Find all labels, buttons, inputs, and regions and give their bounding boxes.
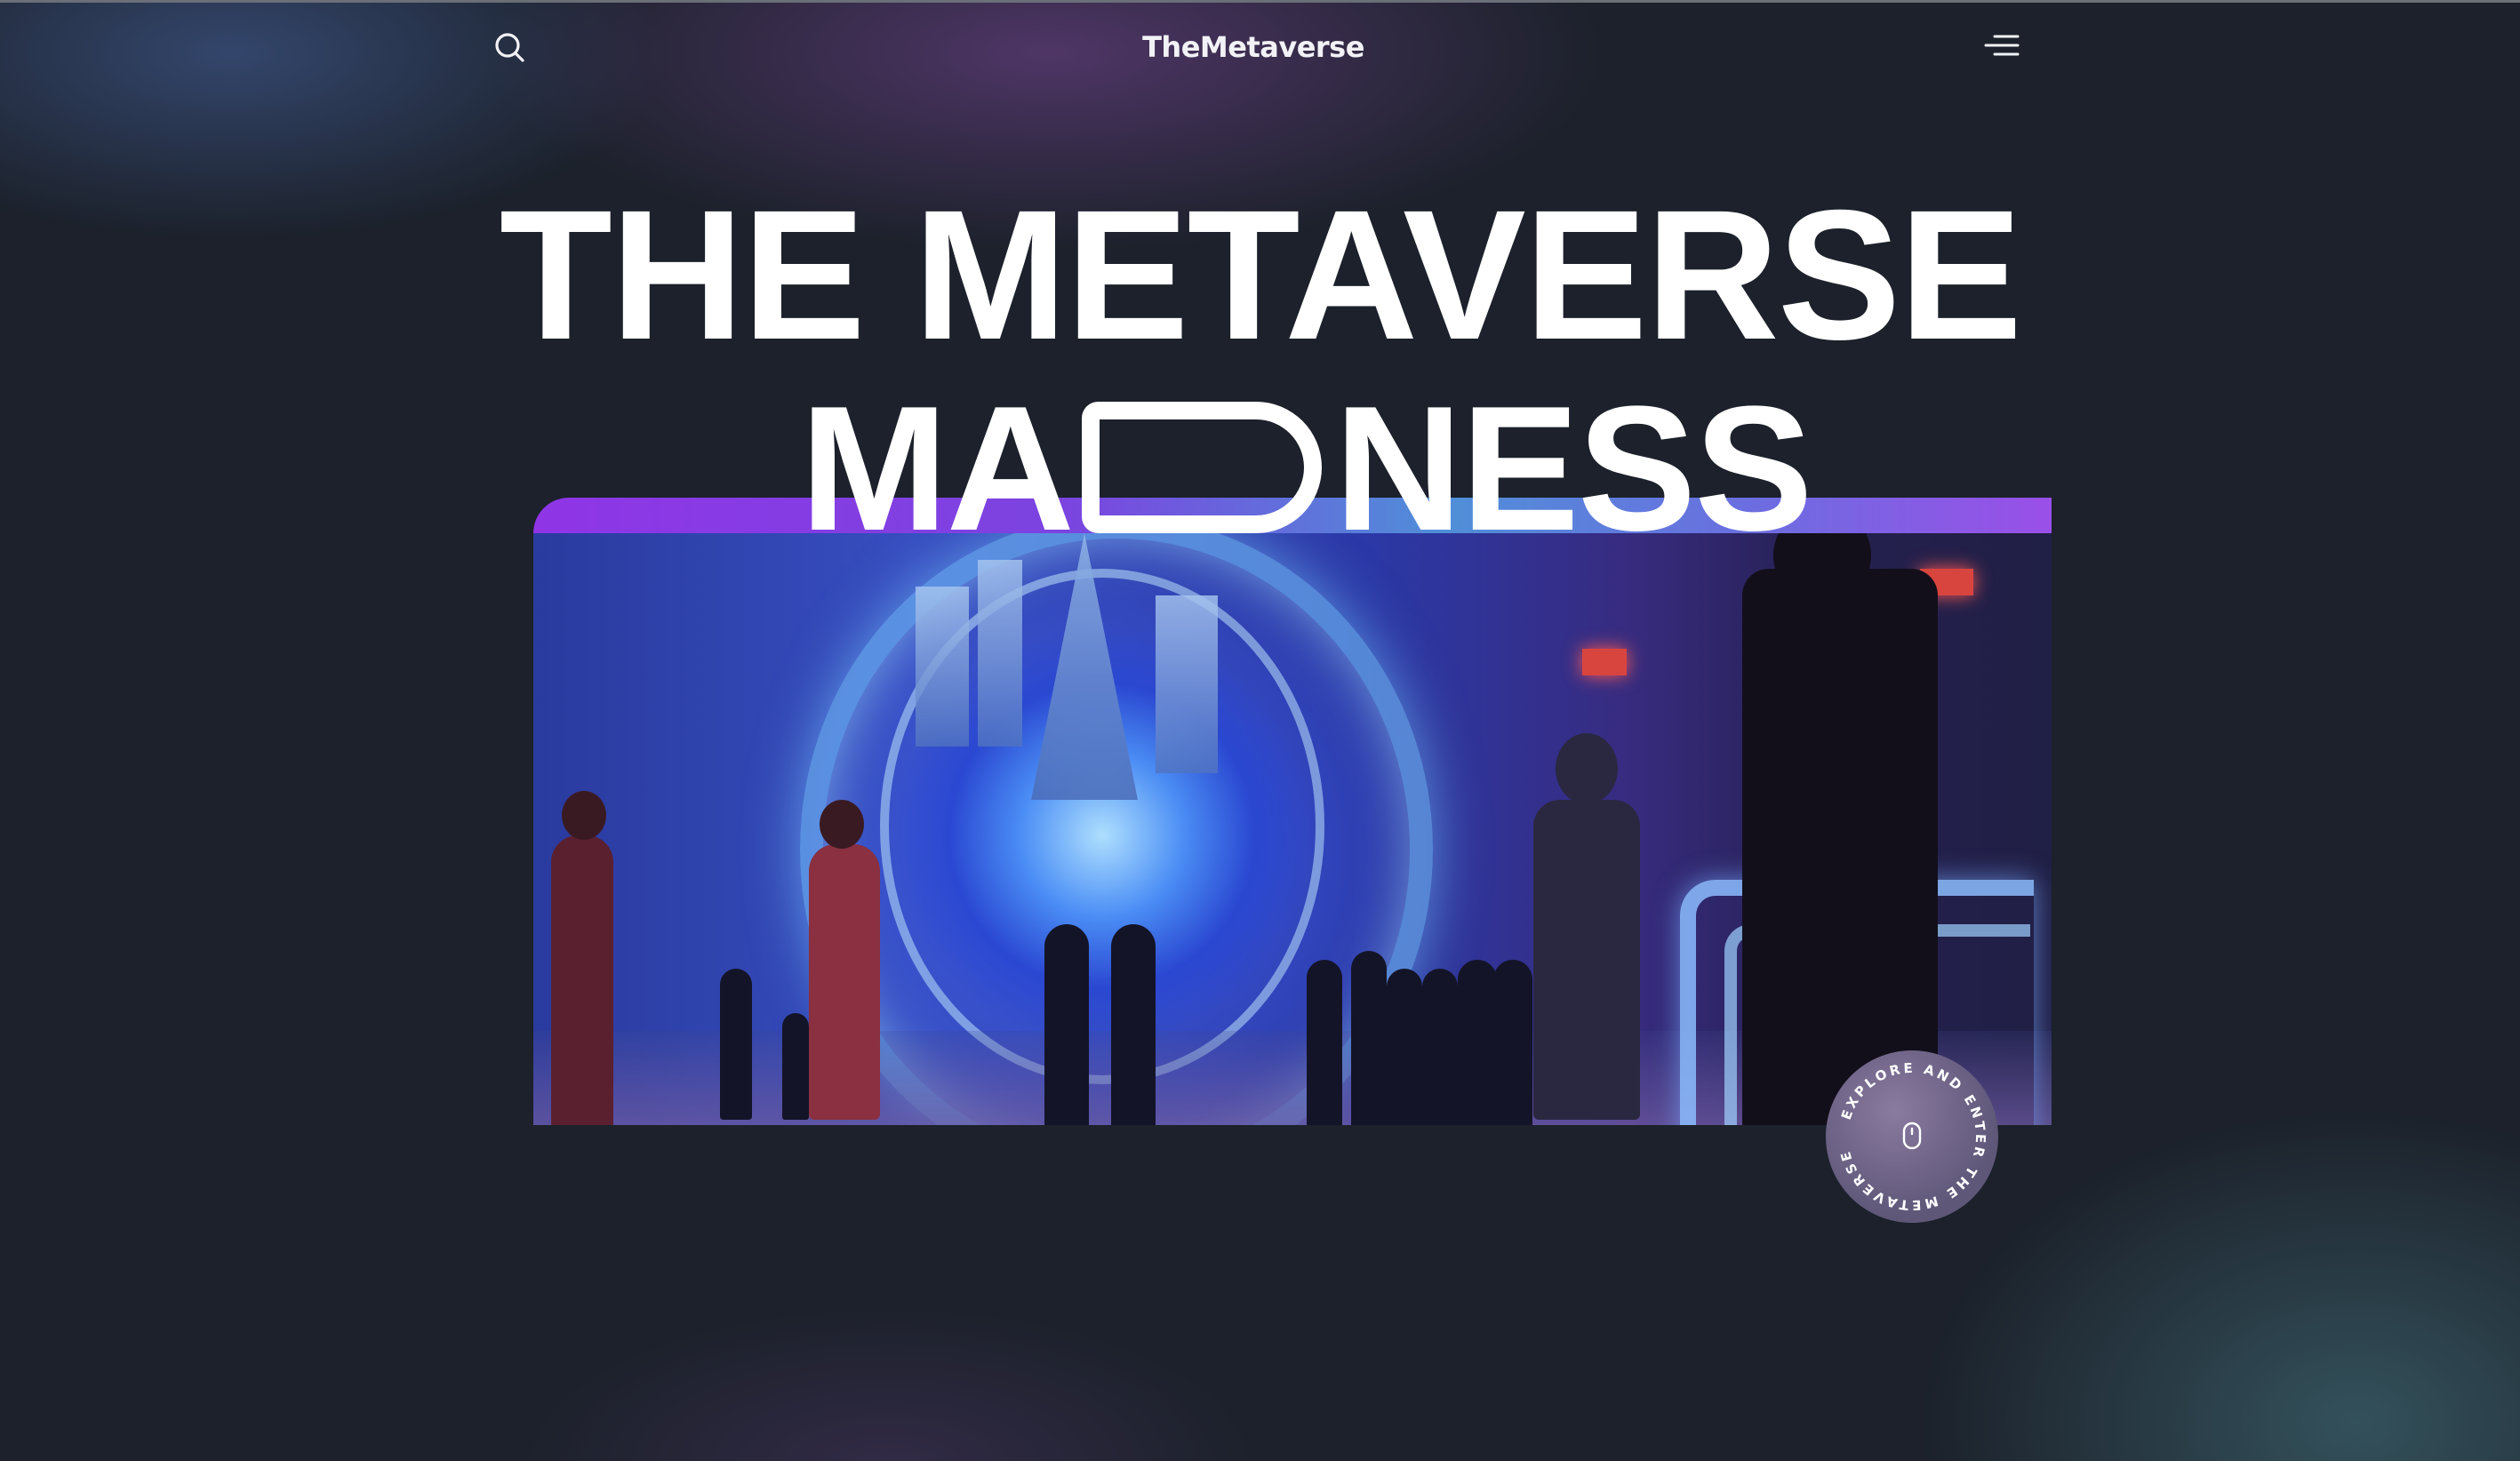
person-silhouette	[809, 844, 880, 1120]
person-silhouette	[1044, 924, 1089, 1125]
circular-text: EXPLORE AND ENTER THE METAVERSE	[1836, 1060, 1988, 1213]
mouse-icon	[1902, 1122, 1922, 1150]
site-logo[interactable]: TheMetaverse	[1067, 30, 1440, 64]
badge-text: EXPLORE AND ENTER THE METAVERSE	[1836, 1060, 1986, 1213]
person-silhouette	[1387, 969, 1422, 1125]
landing-page: TheMetaverse THE METAVERSE MA NESS EXPLO…	[0, 0, 2520, 1461]
portal-building	[1156, 595, 1218, 773]
person-silhouette	[1111, 924, 1156, 1125]
red-light	[1582, 649, 1627, 675]
person-silhouette	[1422, 969, 1458, 1125]
headline-prefix: MA	[800, 370, 1075, 568]
person-head	[820, 800, 864, 849]
person-silhouette	[1307, 960, 1342, 1125]
explore-badge[interactable]: EXPLORE AND ENTER THE METAVERSE	[1826, 1050, 1998, 1223]
search-icon	[495, 33, 524, 62]
person-silhouette	[551, 835, 613, 1125]
person-silhouette	[1351, 951, 1387, 1125]
svg-text:EXPLORE AND ENTER THE METAVERS: EXPLORE AND ENTER THE METAVERSE	[1836, 1060, 1988, 1213]
person-head	[1556, 733, 1618, 804]
search-button[interactable]	[491, 28, 530, 68]
hero-headline-line1: THE METAVERSE	[499, 172, 2022, 379]
hero-headline-line2: MA NESS	[800, 370, 1813, 568]
person-silhouette	[1458, 960, 1497, 1125]
person-silhouette	[1533, 800, 1640, 1120]
hero-image	[533, 533, 2052, 1125]
person-silhouette	[1493, 960, 1532, 1125]
portal-building	[978, 560, 1022, 746]
portal-building	[916, 587, 969, 746]
site-header: TheMetaverse	[0, 0, 2520, 98]
person-silhouette	[720, 969, 752, 1120]
headline-d-pill	[1082, 402, 1323, 533]
headline-suffix: NESS	[1334, 370, 1813, 568]
person-head	[562, 791, 606, 840]
person-silhouette	[1742, 569, 1938, 1125]
menu-icon	[1984, 35, 2020, 56]
person-silhouette	[782, 1013, 809, 1120]
menu-button[interactable]	[1982, 32, 2021, 62]
